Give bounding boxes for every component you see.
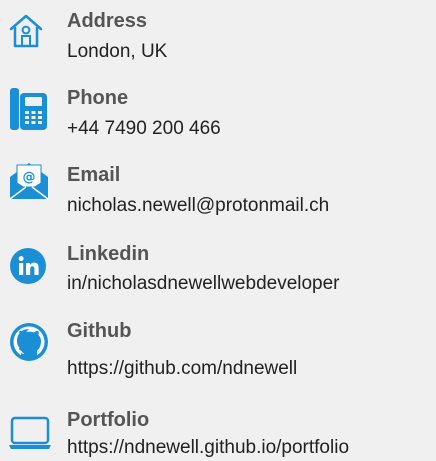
- svg-text:@: @: [23, 170, 36, 185]
- linkedin-value[interactable]: in/nicholasdnewellwebdeveloper: [67, 273, 340, 295]
- phone-icon: [9, 87, 49, 131]
- portfolio-value[interactable]: https://ndnewell.github.io/portfolio: [67, 437, 349, 459]
- phone-title: Phone: [67, 87, 129, 109]
- email-value[interactable]: nicholas.newell@protonmail.ch: [67, 195, 329, 217]
- house-icon: [8, 12, 44, 48]
- portfolio-title: Portfolio: [67, 409, 150, 431]
- github-icon[interactable]: [9, 322, 49, 362]
- laptop-icon: [8, 415, 52, 455]
- phone-value: +44 7490 200 466: [67, 118, 221, 139]
- email-icon: @: [8, 157, 50, 201]
- linkedin-title: Linkedin: [67, 243, 150, 265]
- linkedin-icon[interactable]: [9, 247, 47, 285]
- address-title: Address: [67, 10, 148, 32]
- email-title: Email: [67, 164, 121, 186]
- github-title: Github: [67, 320, 132, 342]
- address-value: London, UK: [67, 41, 168, 62]
- github-value[interactable]: https://github.com/ndnewell: [67, 358, 297, 380]
